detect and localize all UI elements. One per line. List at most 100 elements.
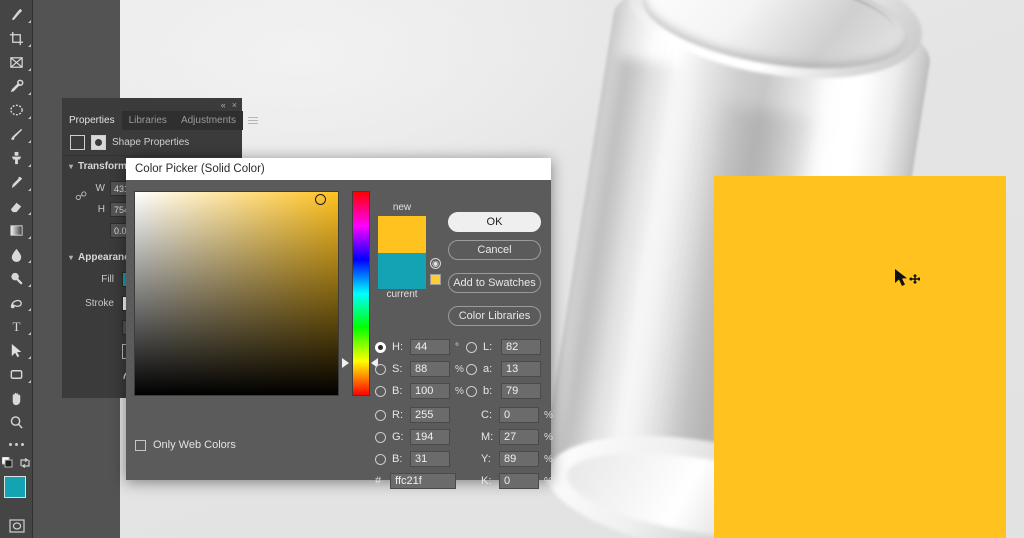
cyan-input[interactable]: 0 bbox=[499, 407, 539, 423]
hue-input[interactable]: 44 bbox=[410, 339, 450, 355]
zoom-tool[interactable] bbox=[0, 410, 33, 434]
eraser-tool[interactable] bbox=[0, 194, 33, 218]
panel-tabs[interactable]: Properties Libraries Adjustments bbox=[62, 111, 242, 130]
cyan-row: C: 0 % bbox=[481, 406, 553, 424]
black-unit: % bbox=[544, 476, 553, 487]
mask-icon[interactable] bbox=[91, 135, 106, 150]
web-safe-color-swatch[interactable] bbox=[430, 274, 441, 285]
brightness-input[interactable]: 100 bbox=[410, 383, 450, 399]
tools-panel[interactable]: T bbox=[0, 0, 33, 538]
saturation-brightness-field[interactable] bbox=[134, 191, 339, 396]
lab-a-radio[interactable] bbox=[466, 364, 477, 375]
saturation-input[interactable]: 88 bbox=[410, 361, 450, 377]
hex-input[interactable]: ffc21f bbox=[390, 473, 456, 489]
hue-marker-left[interactable] bbox=[342, 358, 349, 368]
hue-radio[interactable] bbox=[375, 342, 386, 353]
color-swatches[interactable] bbox=[0, 474, 33, 514]
lab-b-input[interactable]: 79 bbox=[501, 383, 541, 399]
chevron-down-icon-appearance: ▾ bbox=[69, 253, 73, 262]
quick-mask-icon[interactable] bbox=[0, 514, 33, 538]
only-web-colors-label: Only Web Colors bbox=[153, 439, 236, 451]
color-preview: new current bbox=[378, 202, 426, 303]
ok-button[interactable]: OK bbox=[448, 212, 541, 232]
sb-picker-marker[interactable] bbox=[315, 194, 326, 205]
brightness-label: B: bbox=[392, 385, 406, 397]
blue-label: B: bbox=[392, 453, 406, 465]
frame-tool[interactable] bbox=[0, 50, 33, 74]
clone-stamp-tool[interactable] bbox=[0, 146, 33, 170]
lab-b-radio[interactable] bbox=[466, 386, 477, 397]
type-tool[interactable]: T bbox=[0, 314, 33, 338]
tab-libraries[interactable]: Libraries bbox=[122, 111, 174, 130]
close-icon[interactable]: × bbox=[232, 100, 237, 110]
default-colors-icon bbox=[2, 457, 14, 469]
rectangle-tool[interactable] bbox=[0, 362, 33, 386]
healing-brush-tool[interactable] bbox=[0, 2, 33, 26]
lab-a-label: a: bbox=[483, 363, 497, 375]
edit-toolbar-dots-icon[interactable] bbox=[0, 434, 33, 454]
link-ratio-icon[interactable]: ☍ bbox=[75, 189, 87, 203]
brightness-radio[interactable] bbox=[375, 386, 386, 397]
red-input[interactable]: 255 bbox=[410, 407, 450, 423]
magenta-input[interactable]: 27 bbox=[499, 429, 539, 445]
green-label: G: bbox=[392, 431, 406, 443]
history-brush-tool[interactable] bbox=[0, 170, 33, 194]
new-label: new bbox=[378, 202, 426, 216]
yellow-shape-layer[interactable] bbox=[714, 176, 1006, 538]
path-selection-tool[interactable] bbox=[0, 338, 33, 362]
collapse-icon[interactable]: « bbox=[221, 100, 226, 110]
current-color-swatch[interactable] bbox=[378, 253, 426, 289]
blue-radio[interactable] bbox=[375, 454, 386, 465]
lab-l-radio[interactable] bbox=[466, 342, 477, 353]
new-color-swatch[interactable] bbox=[378, 216, 426, 253]
saturation-label: S: bbox=[392, 363, 406, 375]
pen-tool[interactable] bbox=[0, 290, 33, 314]
saturation-radio[interactable] bbox=[375, 364, 386, 375]
red-radio[interactable] bbox=[375, 410, 386, 421]
yellow-unit: % bbox=[544, 454, 553, 465]
red-row: R: 255 bbox=[375, 406, 450, 424]
dodge-tool[interactable] bbox=[0, 266, 33, 290]
blur-tool[interactable] bbox=[0, 242, 33, 266]
magenta-unit: % bbox=[544, 432, 553, 443]
hue-unit: ° bbox=[455, 342, 459, 353]
crop-tool[interactable] bbox=[0, 26, 33, 50]
color-picker-dialog[interactable]: Color Picker (Solid Color) new current ◉… bbox=[126, 158, 551, 480]
lab-b-row: b: 79 bbox=[466, 382, 541, 400]
green-radio[interactable] bbox=[375, 432, 386, 443]
brush-tool[interactable] bbox=[0, 122, 33, 146]
only-web-colors-row[interactable]: Only Web Colors bbox=[135, 439, 236, 451]
foreground-color-swatch[interactable] bbox=[4, 476, 26, 498]
add-to-swatches-button[interactable]: Add to Swatches bbox=[448, 273, 541, 293]
tab-properties[interactable]: Properties bbox=[62, 111, 122, 130]
color-libraries-button[interactable]: Color Libraries bbox=[448, 306, 541, 326]
height-label: H bbox=[92, 204, 105, 215]
yellow-row: Y: 89 % bbox=[481, 450, 553, 468]
web-safe-warning-icon[interactable]: ◉ bbox=[430, 258, 441, 269]
shape-icon[interactable] bbox=[70, 135, 85, 150]
default-colors-row[interactable] bbox=[0, 454, 33, 472]
eyedropper-tool[interactable] bbox=[0, 74, 33, 98]
yellow-input[interactable]: 89 bbox=[499, 451, 539, 467]
green-input[interactable]: 194 bbox=[410, 429, 450, 445]
lab-l-input[interactable]: 82 bbox=[501, 339, 541, 355]
cyan-label: C: bbox=[481, 409, 495, 421]
panel-titlebar: « × bbox=[62, 98, 242, 111]
black-input[interactable]: 0 bbox=[499, 473, 539, 489]
hue-slider[interactable] bbox=[352, 191, 370, 396]
yellow-label: Y: bbox=[481, 453, 495, 465]
hand-tool[interactable] bbox=[0, 386, 33, 410]
brightness-unit: % bbox=[455, 386, 464, 397]
hex-row: # ffc21f bbox=[375, 472, 456, 490]
green-row: G: 194 bbox=[375, 428, 450, 446]
lasso-tool[interactable] bbox=[0, 98, 33, 122]
tab-adjustments[interactable]: Adjustments bbox=[174, 111, 243, 130]
cancel-button[interactable]: Cancel bbox=[448, 240, 541, 260]
width-label: W bbox=[92, 183, 105, 194]
only-web-colors-checkbox[interactable] bbox=[135, 440, 146, 451]
fill-label: Fill bbox=[80, 274, 114, 285]
lab-a-input[interactable]: 13 bbox=[501, 361, 541, 377]
blue-input[interactable]: 31 bbox=[410, 451, 450, 467]
panel-menu-icon[interactable] bbox=[243, 111, 263, 130]
gradient-tool[interactable] bbox=[0, 218, 33, 242]
